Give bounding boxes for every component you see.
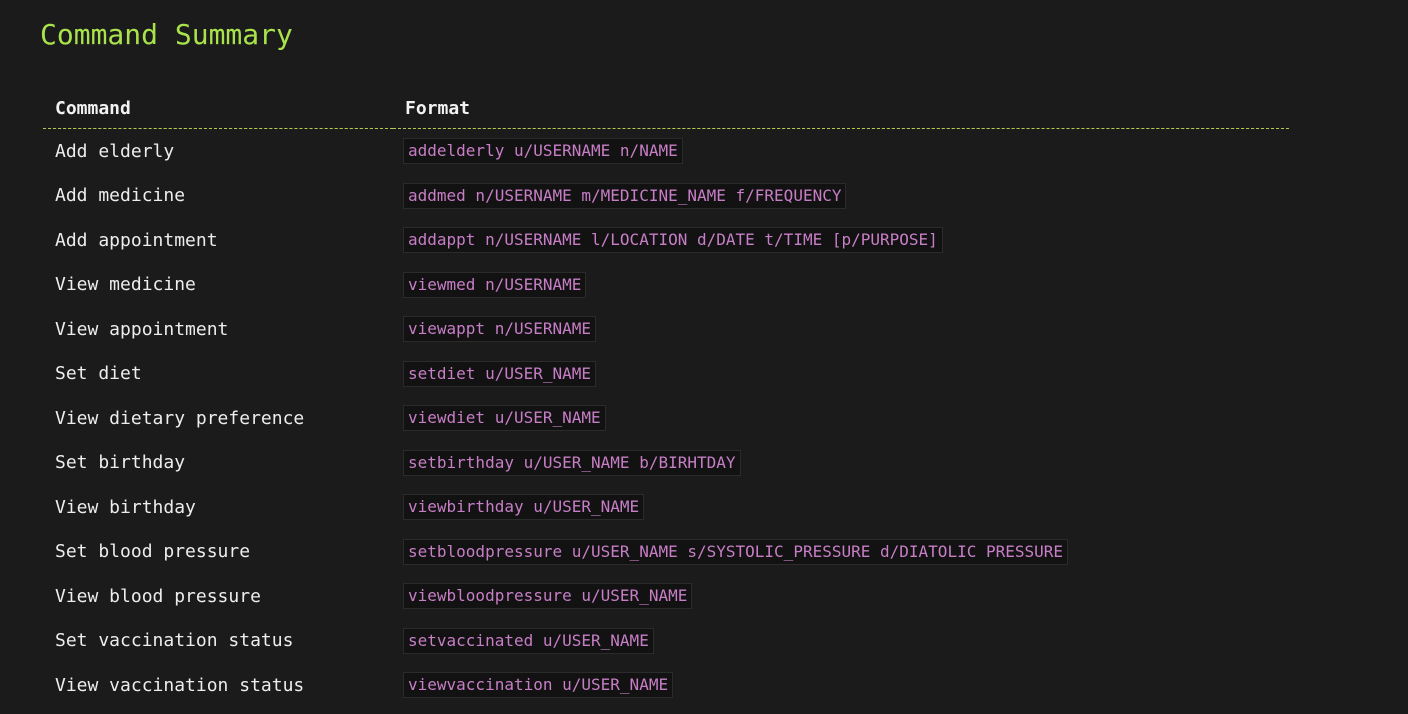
command-name: View birthday xyxy=(55,496,196,518)
page-title: Command Summary xyxy=(40,18,293,51)
command-format: setvaccinated u/USER_NAME xyxy=(403,627,654,654)
command-name: View blood pressure xyxy=(55,585,261,607)
command-name: Add appointment xyxy=(55,229,218,251)
command-format: viewappt n/USERNAME xyxy=(403,316,597,343)
table-header-row: Command Format xyxy=(43,88,1289,129)
command-column-header: Command xyxy=(43,88,393,129)
command-format: setdiet u/USER_NAME xyxy=(403,360,597,387)
command-format: setbloodpressure u/USER_NAME s/SYSTOLIC_… xyxy=(403,538,1069,565)
table-body: Add elderly addelderly u/USERNAME n/NAME… xyxy=(43,129,1289,708)
command-format: viewbirthday u/USER_NAME xyxy=(403,494,645,521)
command-format: addappt n/USERNAME l/LOCATION d/DATE t/T… xyxy=(403,227,943,254)
command-name: View dietary preference xyxy=(55,407,305,429)
command-name: Set birthday xyxy=(55,452,186,474)
command-format: viewdiet u/USER_NAME xyxy=(403,405,606,432)
command-format: viewbloodpressure u/USER_NAME xyxy=(403,583,693,610)
command-name: Set diet xyxy=(55,363,142,385)
table-row: Set diet setdiet u/USER_NAME xyxy=(43,352,1289,397)
command-format: addelderly u/USERNAME n/NAME xyxy=(403,138,683,165)
command-name: View medicine xyxy=(55,274,196,296)
command-name: View vaccination status xyxy=(55,674,305,696)
table-row: Set vaccination status setvaccinated u/U… xyxy=(43,619,1289,664)
command-summary-table: Command Format Add elderly addelderly u/… xyxy=(43,88,1289,708)
command-name: Add medicine xyxy=(55,185,186,207)
table-row: Set birthday setbirthday u/USER_NAME b/B… xyxy=(43,441,1289,486)
table-row: Add medicine addmed n/USERNAME m/MEDICIN… xyxy=(43,174,1289,219)
command-format: setbirthday u/USER_NAME b/BIRHTDAY xyxy=(403,449,741,476)
command-format: addmed n/USERNAME m/MEDICINE_NAME f/FREQ… xyxy=(403,182,847,209)
command-name: Set blood pressure xyxy=(55,541,251,563)
table-row: View medicine viewmed n/USERNAME xyxy=(43,263,1289,308)
table-row: Add elderly addelderly u/USERNAME n/NAME xyxy=(43,129,1289,174)
format-column-header: Format xyxy=(393,88,1289,129)
table-row: View blood pressure viewbloodpressure u/… xyxy=(43,574,1289,619)
table-row: View vaccination status viewvaccination … xyxy=(43,663,1289,708)
table-row: View birthday viewbirthday u/USER_NAME xyxy=(43,485,1289,530)
command-name: View appointment xyxy=(55,318,229,340)
command-format: viewvaccination u/USER_NAME xyxy=(403,672,674,699)
command-format: viewmed n/USERNAME xyxy=(403,271,587,298)
command-name: Add elderly xyxy=(55,140,175,162)
table-row: Set blood pressure setbloodpressure u/US… xyxy=(43,530,1289,575)
table-row: View appointment viewappt n/USERNAME xyxy=(43,307,1289,352)
table-row: View dietary preference viewdiet u/USER_… xyxy=(43,396,1289,441)
command-name: Set vaccination status xyxy=(55,630,294,652)
table-row: Add appointment addappt n/USERNAME l/LOC… xyxy=(43,218,1289,263)
